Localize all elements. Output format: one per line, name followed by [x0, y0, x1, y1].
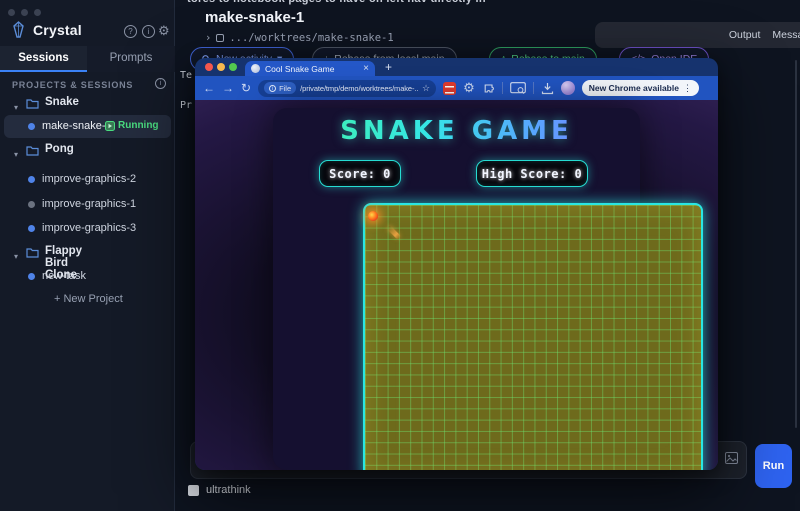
breadcrumb-path: .../worktrees/make-snake-1: [229, 32, 393, 44]
chevron-down-icon[interactable]: ▾: [14, 150, 18, 159]
extensions-puzzle-icon[interactable]: [482, 82, 495, 95]
food-dot: [368, 211, 378, 221]
session-label: improve-graphics-2: [42, 173, 136, 185]
project-row-snake[interactable]: ▾ Snake: [14, 97, 18, 115]
browser-tab[interactable]: Cool Snake Game ×: [245, 61, 375, 76]
settings-gear-icon[interactable]: ⚙: [158, 23, 170, 38]
game-title: SNAKE GAME: [273, 116, 640, 146]
browser-toolbar: ← → ↻ i File /private/tmp/demo/worktrees…: [195, 76, 718, 100]
browser-minimize-button[interactable]: [217, 63, 225, 71]
extension-icon-red[interactable]: [443, 82, 456, 95]
scheme-label: File: [279, 84, 291, 93]
run-button[interactable]: Run: [755, 444, 792, 488]
page-info-icon: i: [269, 85, 276, 92]
sidebar: Crystal ? i ⚙ Sessions Prompts PROJECTS …: [0, 0, 175, 511]
extension-gear-icon[interactable]: ⚙: [463, 82, 475, 94]
url-text: /private/tmp/demo/worktrees/make-...: [300, 84, 418, 93]
worktree-icon: [216, 34, 224, 42]
toolbar-divider: [502, 82, 503, 94]
tab-favicon-icon: [251, 64, 260, 73]
sidebar-tab-prompts[interactable]: Prompts: [87, 46, 175, 72]
session-label: new-task: [42, 270, 86, 282]
window-zoom-button[interactable]: [34, 9, 41, 16]
tab-output[interactable]: Output: [729, 29, 761, 41]
scrollbar[interactable]: [795, 60, 797, 428]
running-badge-icon: [105, 121, 115, 131]
window-minimize-button[interactable]: [21, 9, 28, 16]
game-page: SNAKE GAME Score: 0 High Score: 0: [195, 100, 718, 470]
session-row-improve-graphics-2[interactable]: improve-graphics-2: [0, 170, 175, 192]
session-status-dot: [28, 201, 35, 208]
help-icon[interactable]: ?: [124, 25, 137, 38]
running-badge: Running: [118, 120, 159, 131]
attach-image-icon[interactable]: [725, 452, 738, 464]
section-header: PROJECTS & SESSIONS: [12, 80, 133, 90]
new-project-button[interactable]: + New Project: [54, 293, 123, 305]
info-icon[interactable]: i: [142, 25, 155, 38]
folder-icon: [26, 145, 39, 156]
bookmark-star-icon[interactable]: ☆: [422, 83, 430, 94]
project-label: Snake: [45, 96, 79, 108]
update-chrome-pill[interactable]: New Chrome available ⋮: [582, 80, 699, 96]
project-row-pong[interactable]: ▾ Pong: [14, 144, 18, 162]
project-label: Pong: [45, 143, 74, 155]
session-label: improve-graphics-1: [42, 198, 136, 210]
folder-icon: [26, 98, 39, 109]
session-row-make-snake-1[interactable]: make-snake-1 Running: [4, 115, 171, 138]
new-tab-button[interactable]: +: [385, 60, 392, 74]
terminal-text-fragment: Te: [180, 70, 192, 81]
tab-close-icon[interactable]: ×: [363, 64, 369, 74]
ultrathink-label: ultrathink: [206, 484, 251, 496]
score-box: Score: 0: [319, 160, 401, 187]
section-info-icon[interactable]: i: [155, 78, 166, 89]
browser-close-button[interactable]: [205, 63, 213, 71]
app-title: Crystal: [33, 22, 82, 38]
toolbar-divider: [533, 82, 534, 94]
window-close-button[interactable]: [8, 9, 15, 16]
project-row-flappy-bird-clone[interactable]: ▾ Flappy Bird Clone: [14, 246, 18, 264]
session-row-improve-graphics-1[interactable]: improve-graphics-1: [0, 195, 175, 217]
snake-segment: [387, 225, 401, 239]
terminal-text-fragment: Pr: [180, 100, 192, 111]
ultrathink-checkbox[interactable]: [188, 485, 199, 496]
session-label: make-snake-1: [42, 120, 112, 132]
browser-menu-dots-icon[interactable]: ⋮: [683, 83, 692, 94]
folder-icon: [26, 247, 39, 258]
tab-messages[interactable]: Messages (0): [772, 29, 800, 41]
crystal-logo-icon: [11, 21, 26, 38]
high-score-box: High Score: 0: [476, 160, 588, 187]
breadcrumb[interactable]: › .../worktrees/make-snake-1: [205, 32, 394, 44]
game-board-canvas[interactable]: [363, 203, 703, 470]
session-label: improve-graphics-3: [42, 222, 136, 234]
forward-icon[interactable]: →: [222, 82, 234, 94]
screen: Crystal ? i ⚙ Sessions Prompts PROJECTS …: [0, 0, 800, 511]
page-title: make-snake-1: [205, 9, 304, 26]
session-status-dot: [28, 123, 35, 130]
browser-window[interactable]: Cool Snake Game × + ← → ↻ i File /privat…: [195, 58, 718, 470]
breadcrumb-chevron-icon: ›: [205, 32, 211, 44]
address-bar[interactable]: i File /private/tmp/demo/worktrees/make-…: [258, 80, 436, 97]
clipped-background-text: tores to notebook pages to have on left …: [187, 0, 797, 5]
session-status-dot: [28, 225, 35, 232]
chevron-down-icon[interactable]: ▾: [14, 103, 18, 112]
session-row-new-task[interactable]: new-task: [0, 267, 175, 289]
reload-icon[interactable]: ↻: [241, 82, 251, 94]
chevron-down-icon[interactable]: ▾: [14, 252, 18, 261]
session-row-improve-graphics-3[interactable]: improve-graphics-3: [0, 219, 175, 241]
game-container: SNAKE GAME Score: 0 High Score: 0: [273, 108, 640, 470]
profile-avatar[interactable]: [561, 81, 575, 95]
download-icon[interactable]: [541, 82, 554, 95]
session-status-dot: [28, 176, 35, 183]
url-scheme-chip[interactable]: i File: [264, 82, 296, 94]
update-pill-label: New Chrome available: [589, 83, 679, 93]
browser-zoom-button[interactable]: [229, 63, 237, 71]
tab-title: Cool Snake Game: [265, 64, 358, 74]
sidebar-tab-sessions[interactable]: Sessions: [0, 46, 87, 72]
screen-capture-icon[interactable]: [510, 82, 526, 95]
session-status-dot: [28, 273, 35, 280]
view-tab-bar: Output Messages (0) Changes Terminal: [595, 22, 800, 48]
back-icon[interactable]: ←: [203, 82, 215, 94]
